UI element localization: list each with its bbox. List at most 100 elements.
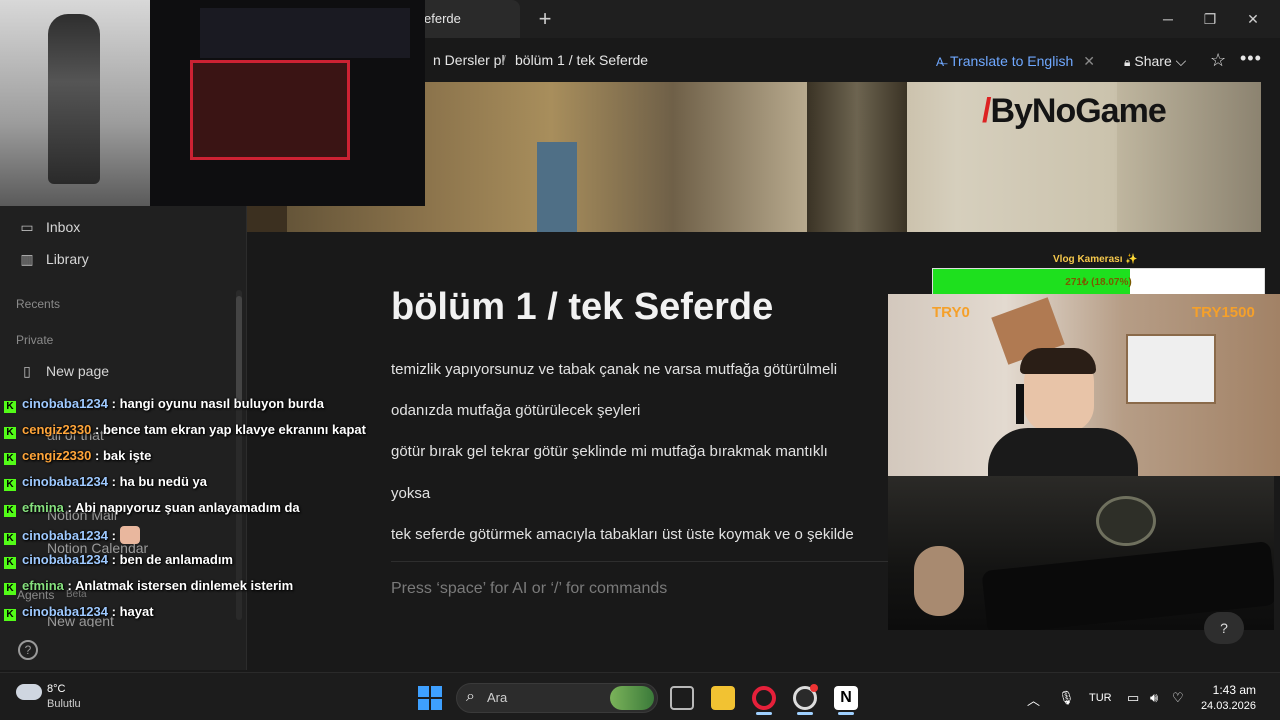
library-icon: ▥ [20,251,34,267]
page-title[interactable]: bölüm 1 / tek Seferde [391,286,773,329]
streamer-face-cam [888,294,1280,476]
translate-icon: A̶ [936,55,945,69]
breadcrumb-parent[interactable]: n Dersler pl [433,52,505,68]
task-view-icon[interactable] [670,686,694,710]
sidebar-item-label: Library [46,251,89,267]
chat-message: Kcinobaba1234 : [4,526,140,545]
page-paragraph[interactable]: tek seferde götürmek amacıyla tabakları … [391,526,888,543]
notion-active-indicator [838,712,854,715]
cover-window [537,142,577,232]
clock-time[interactable]: 1:43 am [1186,683,1256,697]
opera-icon[interactable] [752,686,776,710]
page-paragraph[interactable]: götür bırak gel tekrar götür şeklinde mi… [391,443,828,460]
close-window-button[interactable]: ✕ [1242,8,1264,30]
cloud-icon[interactable] [16,684,42,700]
translate-button[interactable]: A̶ Translate to English ✕ [936,48,1095,74]
chat-text: : hayat [111,604,154,619]
chat-message: Kcinobaba1234 : hangi oyunu nasıl buluyo… [4,396,324,413]
page-paragraph[interactable]: odanızda mutfağa götürülecek şeyleri [391,402,640,419]
chat-username: cengiz2330 [22,422,92,437]
weather-condition[interactable]: Bulutlu [47,698,81,710]
sidebar-item-inbox[interactable]: ▭ Inbox [16,214,80,240]
taskbar-search-text: Ara [487,690,508,705]
streamer-hair [1020,348,1096,374]
kick-badge-icon: K [4,557,16,569]
share-button[interactable]: 🔒︎ Share ⌵ [1116,48,1194,74]
breadcrumb-current[interactable]: bölüm 1 / tek Seferde [515,52,648,68]
lock-icon: 🔒︎ [1124,55,1131,69]
kick-badge-icon: K [4,505,16,517]
monitor-screen [190,60,350,160]
desk-keyboard-cam [888,476,1274,630]
chat-message: Kcengiz2330 : bence tam ekran yap klavye… [4,422,366,439]
page-help-button[interactable]: ? [1204,612,1244,644]
recents-heading[interactable]: Recents [16,297,60,311]
chat-username: cinobaba1234 [22,528,108,543]
cover-column [807,82,907,232]
translate-close-icon[interactable]: ✕ [1083,53,1095,69]
sidebar-scroll-thumb[interactable] [236,296,242,406]
bynogame-logo: /ByNoGame [982,92,1167,131]
help-icon[interactable]: ? [18,640,38,660]
chat-username: cengiz2330 [22,448,92,463]
notion-icon[interactable]: N [834,686,858,710]
weather-temperature[interactable]: 8°C [47,683,65,695]
chat-message: Kcinobaba1234 : ha bu nedü ya [4,474,207,491]
streamer-shirt [988,428,1138,476]
minimize-button[interactable]: ─ [1157,8,1179,30]
chat-text: : bence tam ekran yap klavye ekranını ka… [95,422,366,437]
kick-badge-icon: K [4,453,16,465]
tray-overflow-icon[interactable]: ︿ [1027,690,1040,709]
browser-tab[interactable]: eferde [410,0,520,38]
favorite-star-icon[interactable]: ☆ [1210,50,1226,71]
cam-whiteboard [1126,334,1216,404]
sidebar-item-label: New page [46,363,110,379]
chat-message: Kefmina : Abi napıyoruz şuan anlayamadım… [4,500,300,517]
opera-active-indicator [756,712,772,715]
sidebar-item-library[interactable]: ▥ Library [16,246,89,272]
restore-button[interactable]: ❐ [1199,8,1221,30]
chat-username: efmina [22,500,64,515]
obs-recording-dot [810,684,818,692]
file-explorer-icon[interactable] [711,686,735,710]
donation-goal-text: 271₺ (18.07%) [1065,277,1132,288]
content-divider [391,561,888,562]
inbox-icon: ▭ [20,219,34,235]
private-heading[interactable]: Private [16,333,53,347]
volume-icon[interactable]: 🔊︎ [1150,690,1158,706]
network-icon[interactable]: ▭ [1127,690,1139,706]
donation-goal-title: Vlog Kamerası ✨ [1053,254,1138,265]
chat-text: : bak işte [95,448,152,463]
monitor-webcam-feed [150,0,425,206]
empty-block-placeholder[interactable]: Press ‘space’ for AI or ‘/’ for commands [391,580,667,598]
microphone-icon[interactable]: 🎙︎ [1058,690,1075,706]
language-indicator[interactable]: TUR [1089,692,1112,704]
kick-badge-icon: K [4,479,16,491]
art-figure [48,14,100,184]
chat-username: cinobaba1234 [22,474,108,489]
share-label: Share ⌵ [1134,53,1187,69]
chat-text: : ha bu nedü ya [111,474,207,489]
glass-of-water [1096,496,1156,546]
chat-text: : Abi napıyoruz şuan anlayamadım da [67,500,300,515]
page-paragraph[interactable]: yoksa [391,485,430,502]
chat-username: cinobaba1234 [22,396,108,411]
headset-icon [1016,384,1024,424]
windows-start-icon[interactable] [418,686,442,710]
clock-date[interactable]: 24.03.2026 [1176,700,1256,712]
translate-label: Translate to English [950,53,1074,69]
chat-message: Kcinobaba1234 : hayat [4,604,154,621]
page-paragraph[interactable]: temizlik yapıyorsunuz ve tabak çanak ne … [391,361,837,378]
kick-badge-icon: K [4,401,16,413]
new-tab-button[interactable]: + [532,6,558,32]
streamer-hand [914,546,964,616]
sidebar-new-page[interactable]: ▯ New page [16,358,109,384]
more-options-icon[interactable]: ••• [1240,48,1262,69]
chat-message: Kcinobaba1234 : ben de anlamadım [4,552,233,569]
kick-badge-icon: K [4,533,16,545]
goal-min-label: TRY0 [932,304,970,321]
chat-message: Kcengiz2330 : bak işte [4,448,151,465]
chat-username: efmina [22,578,64,593]
chat-text: : hangi oyunu nasıl buluyon burda [111,396,324,411]
goal-max-label: TRY1500 [1192,304,1255,321]
